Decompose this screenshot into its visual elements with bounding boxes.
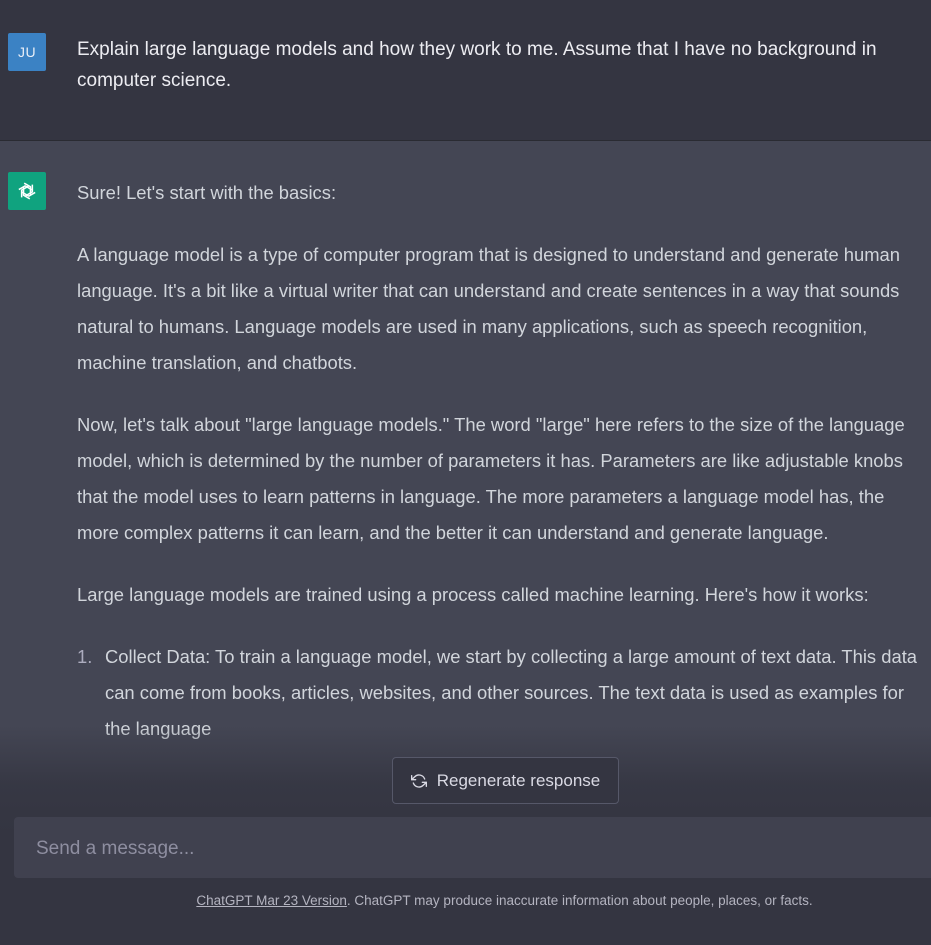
version-link[interactable]: ChatGPT Mar 23 Version [196, 893, 347, 908]
regenerate-response-button[interactable]: Regenerate response [392, 757, 619, 804]
assistant-message-content: Sure! Let's start with the basics: A lan… [77, 175, 919, 747]
assistant-message: Sure! Let's start with the basics: A lan… [0, 141, 931, 831]
user-avatar: JU [8, 33, 46, 71]
assistant-paragraph-definition: A language model is a type of computer p… [77, 244, 901, 373]
refresh-icon [410, 773, 427, 788]
composer [14, 817, 931, 880]
footer-text: . ChatGPT may produce inaccurate informa… [346, 893, 813, 908]
regenerate-response-label: Regenerate response [436, 770, 601, 790]
openai-logo-icon [8, 172, 46, 210]
assistant-paragraph-training: Large language models are trained using … [77, 584, 869, 605]
list-item-text: Collect Data: To train a language model,… [105, 646, 918, 739]
assistant-steps-list: 1. Collect Data: To train a language mod… [77, 639, 919, 747]
list-item-number: 1. [77, 646, 93, 667]
user-message-text: Explain large language models and how th… [77, 39, 877, 91]
user-message: JU Explain large language models and how… [0, 0, 931, 141]
list-item: 1. Collect Data: To train a language mod… [77, 639, 919, 747]
footer-disclaimer: ChatGPT Mar 23 Version. ChatGPT may prod… [0, 893, 931, 908]
assistant-paragraph-large: Now, let's talk about "large language mo… [77, 414, 905, 543]
message-input[interactable] [34, 817, 918, 880]
chat-window: JU Explain large language models and how… [0, 0, 931, 945]
assistant-paragraph-intro: Sure! Let's start with the basics: [77, 182, 337, 203]
